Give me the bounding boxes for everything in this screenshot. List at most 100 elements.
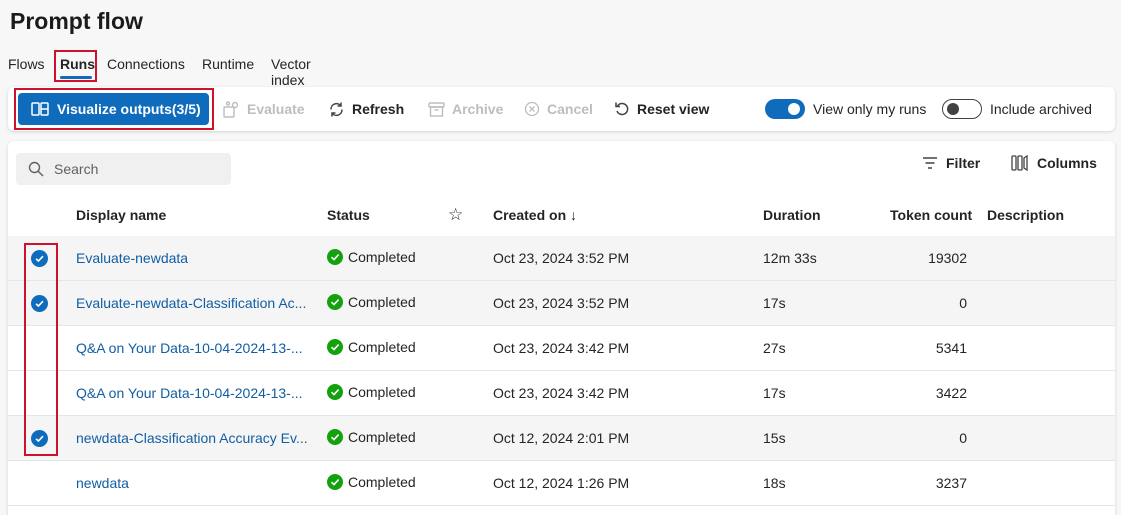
cancel-button[interactable]: Cancel — [524, 87, 593, 131]
evaluate-button[interactable]: Evaluate — [223, 87, 305, 131]
run-name-link[interactable]: Q&A on Your Data-10-04-2024-13-... — [76, 340, 302, 356]
checkmark-icon — [35, 255, 44, 263]
filter-button[interactable]: Filter — [922, 155, 980, 171]
include-archived-toggle[interactable] — [942, 99, 982, 119]
refresh-label: Refresh — [352, 101, 405, 117]
run-name-link[interactable]: newdata — [76, 475, 129, 491]
duration-cell: 17s — [763, 295, 786, 311]
success-check-icon — [327, 339, 343, 355]
cancel-label: Cancel — [547, 101, 593, 117]
status-label: Completed — [348, 384, 416, 400]
status-label: Completed — [348, 474, 416, 490]
duration-cell: 18s — [763, 475, 786, 491]
token-count-cell: 19302 — [928, 250, 967, 266]
filter-label: Filter — [946, 155, 981, 171]
columns-icon — [1011, 155, 1028, 171]
toggle-knob — [788, 103, 800, 115]
token-count-cell: 0 — [959, 430, 967, 446]
status-cell: Completed — [327, 249, 416, 265]
duration-cell: 27s — [763, 340, 786, 356]
created-on-cell: Oct 23, 2024 3:52 PM — [493, 295, 630, 311]
status-label: Completed — [348, 249, 416, 265]
table-row[interactable]: Evaluate-newdata-Classification Ac... Com… — [8, 281, 1115, 326]
status-cell: Completed — [327, 429, 416, 445]
table-row[interactable]: Q&A on Your Data-10-04-2024-13-... Comple… — [8, 326, 1115, 371]
search-icon — [28, 161, 44, 177]
duration-cell: 15s — [763, 430, 786, 446]
success-check-icon — [327, 384, 343, 400]
column-header-token-count[interactable]: Token count — [890, 207, 972, 223]
token-count-cell: 0 — [959, 295, 967, 311]
runs-table-panel: Filter Columns Display name Status ☆ Cre… — [8, 141, 1115, 515]
success-check-icon — [327, 474, 343, 490]
reset-view-label: Reset view — [637, 101, 710, 117]
filter-icon — [923, 157, 937, 169]
column-header-description[interactable]: Description — [987, 207, 1064, 223]
view-only-my-runs-toggle[interactable] — [765, 99, 805, 119]
include-archived-label: Include archived — [990, 101, 1092, 117]
archive-button[interactable]: Archive — [428, 87, 503, 131]
token-count-cell: 3237 — [935, 475, 967, 491]
row-checkbox-checked[interactable] — [31, 295, 48, 312]
refresh-icon — [330, 102, 343, 116]
status-cell: Completed — [327, 474, 416, 490]
success-check-icon — [327, 294, 343, 310]
toolbar: Visualize outputs(3/5) Evaluate Refresh … — [8, 87, 1115, 131]
status-cell: Completed — [327, 339, 416, 355]
column-header-duration[interactable]: Duration — [763, 207, 821, 223]
table-row[interactable]: Evaluate-newdata Completed Oct 23, 2024 3:… — [8, 236, 1115, 281]
table-row[interactable]: newdata Completed Oct 12, 2024 1:26 PM 18s 3… — [8, 461, 1115, 506]
success-check-icon — [327, 249, 343, 265]
visualize-outputs-button[interactable]: Visualize outputs(3/5) — [18, 93, 209, 125]
duration-cell: 17s — [763, 385, 786, 401]
run-name-link[interactable]: Q&A on Your Data-10-04-2024-13-... — [76, 385, 302, 401]
view-only-my-runs-label: View only my runs — [813, 101, 927, 117]
active-tab-indicator — [60, 76, 92, 79]
created-on-cell: Oct 23, 2024 3:52 PM — [493, 250, 630, 266]
tab-flows[interactable]: Flows — [8, 56, 45, 72]
tab-connections[interactable]: Connections — [107, 56, 185, 72]
columns-label: Columns — [1037, 155, 1097, 171]
columns-button[interactable]: Columns — [1011, 155, 1097, 171]
status-label: Completed — [348, 429, 416, 445]
archive-icon — [428, 102, 445, 117]
created-on-cell: Oct 23, 2024 3:42 PM — [493, 385, 630, 401]
row-checkbox-checked[interactable] — [31, 430, 48, 447]
favorite-star-icon[interactable]: ☆ — [448, 205, 463, 225]
duration-cell: 12m 33s — [763, 250, 817, 266]
table-row[interactable]: newdata-Classification Accuracy Ev... Com… — [8, 416, 1115, 461]
search-box[interactable] — [16, 153, 231, 185]
page-title: Prompt flow — [10, 8, 143, 34]
tab-runtime[interactable]: Runtime — [202, 56, 254, 72]
created-on-cell: Oct 12, 2024 1:26 PM — [493, 475, 630, 491]
search-input[interactable] — [54, 161, 214, 177]
run-name-link[interactable]: Evaluate-newdata — [76, 250, 188, 266]
column-header-display-name[interactable]: Display name — [76, 207, 166, 223]
compare-icon — [31, 102, 49, 116]
row-checkbox-checked[interactable] — [31, 250, 48, 267]
checkmark-icon — [35, 300, 44, 308]
created-on-cell: Oct 23, 2024 3:42 PM — [493, 340, 630, 356]
run-name-link[interactable]: newdata-Classification Accuracy Ev... — [76, 430, 308, 446]
tab-vector-index[interactable]: Vector index — [271, 56, 311, 88]
cancel-icon — [524, 101, 540, 117]
status-label: Completed — [348, 339, 416, 355]
undo-icon — [615, 102, 629, 116]
archive-label: Archive — [452, 101, 504, 117]
success-check-icon — [327, 429, 343, 445]
checkmark-icon — [35, 435, 44, 443]
column-header-created-on[interactable]: Created on ↓ — [493, 207, 577, 223]
table-row[interactable]: Q&A on Your Data-10-04-2024-13-... Comple… — [8, 371, 1115, 416]
column-header-status[interactable]: Status — [327, 207, 370, 223]
status-label: Completed — [348, 294, 416, 310]
evaluate-label: Evaluate — [247, 101, 305, 117]
reset-view-button[interactable]: Reset view — [614, 87, 709, 131]
tab-runs[interactable]: Runs — [60, 56, 95, 72]
created-on-cell: Oct 12, 2024 2:01 PM — [493, 430, 630, 446]
toggle-knob — [947, 102, 959, 115]
token-count-cell: 5341 — [935, 340, 967, 356]
refresh-button[interactable]: Refresh — [328, 87, 404, 131]
run-name-link[interactable]: Evaluate-newdata-Classification Ac... — [76, 295, 306, 311]
evaluate-icon — [223, 100, 239, 118]
status-cell: Completed — [327, 384, 416, 400]
